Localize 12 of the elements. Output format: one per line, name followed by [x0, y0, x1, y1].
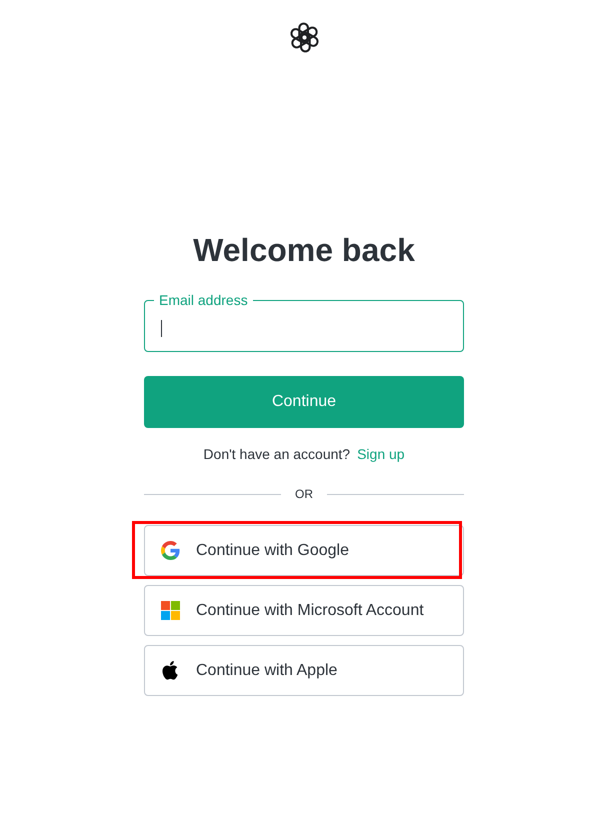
provider-button[interactable]: Continue with Microsoft Account	[144, 585, 464, 636]
divider-label: OR	[294, 486, 314, 502]
signup-prompt-text: Don't have an account?	[203, 445, 350, 464]
page-title: Welcome back	[193, 231, 415, 270]
google-g-icon	[161, 541, 180, 560]
provider-button[interactable]: Continue with Google	[144, 525, 464, 576]
four-squares-icon	[161, 601, 180, 620]
email-label: Email address	[158, 292, 249, 308]
apple-icon	[161, 661, 180, 680]
logo-icon	[288, 21, 320, 54]
provider-button[interactable]: Continue with Apple	[144, 645, 464, 696]
text-cursor-icon	[161, 320, 162, 337]
